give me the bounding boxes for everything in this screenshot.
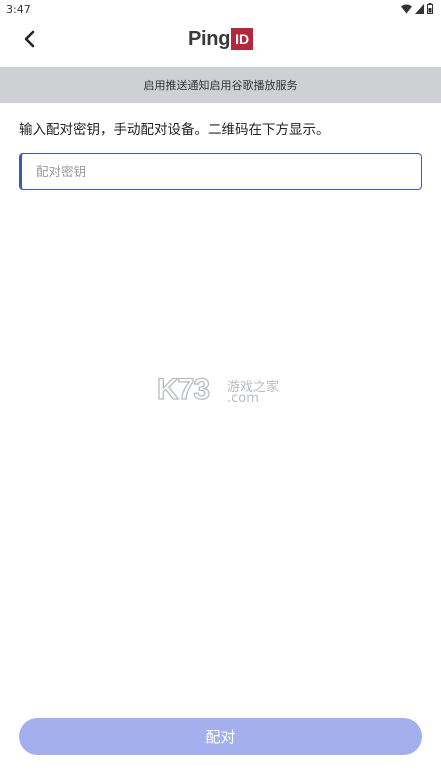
- pair-button[interactable]: 配对: [19, 718, 422, 755]
- pingid-logo: Ping ID: [188, 26, 254, 52]
- signal-icon: [415, 3, 424, 14]
- watermark-k73: K73: [156, 372, 210, 406]
- pairing-key-field: [19, 153, 422, 190]
- status-icons: [401, 3, 433, 14]
- back-arrow-icon: [23, 30, 35, 52]
- logo-id-badge: ID: [231, 28, 254, 50]
- watermark-domain: .com: [227, 391, 259, 406]
- banner-text: 启用推送通知启用谷歌播放服务: [143, 79, 298, 92]
- instruction-text: 输入配对密钥，手动配对设备。二维码在下方显示。: [19, 122, 330, 138]
- logo-ping-text: Ping: [188, 27, 231, 50]
- back-button[interactable]: [14, 26, 44, 56]
- pairing-key-input[interactable]: [22, 154, 421, 189]
- watermark-logo: K73 游戏之家 .com: [156, 372, 287, 409]
- status-bar: 3:47: [0, 0, 441, 18]
- wifi-icon: [401, 4, 412, 14]
- battery-icon: [427, 3, 433, 14]
- status-time: 3:47: [6, 3, 31, 16]
- app-bar: Ping ID: [0, 18, 441, 66]
- notification-banner[interactable]: 启用推送通知启用谷歌播放服务: [0, 67, 441, 103]
